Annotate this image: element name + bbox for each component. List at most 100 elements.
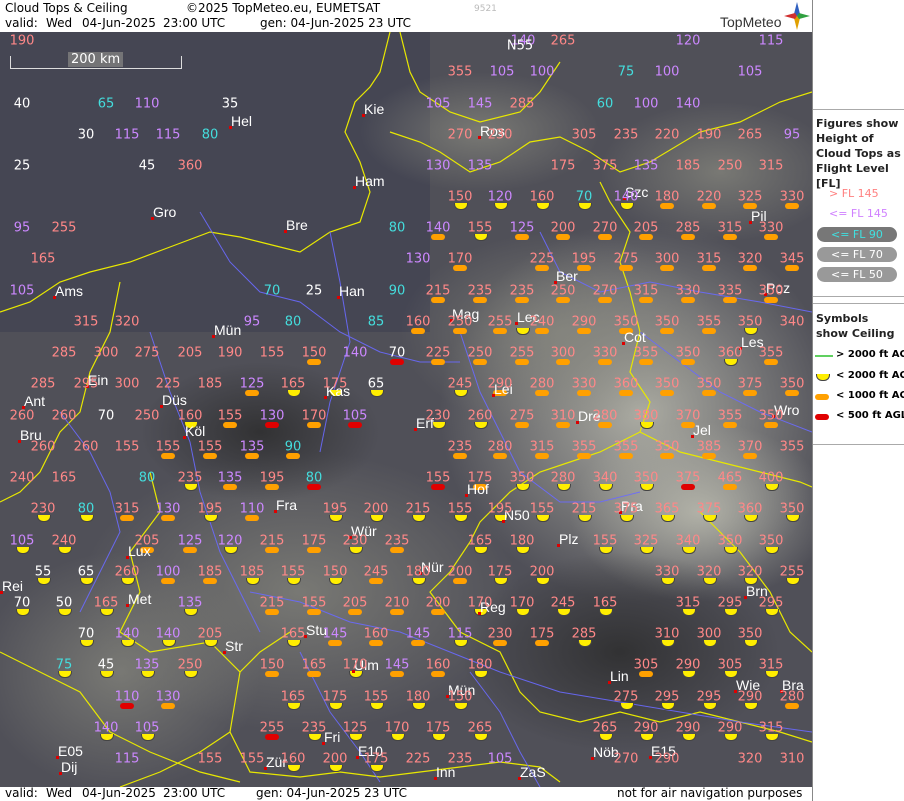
cloud-top-label: 320: [696, 564, 722, 580]
cloud-top-label: 255: [487, 314, 513, 330]
ceiling-below-1000-symbol: [815, 394, 829, 400]
city-label: Ant: [24, 393, 46, 409]
cloud-top-label: 280: [550, 470, 576, 486]
cloud-top-label: 360: [717, 345, 743, 361]
cloud-top-label: 195: [571, 251, 597, 267]
cloud-top-label: 70: [13, 595, 31, 611]
cloud-top-label: 135: [633, 158, 659, 174]
cloud-top-label: 180: [467, 657, 493, 673]
cloud-top-label: 350: [654, 314, 680, 330]
cloud-top-label: 260: [114, 564, 140, 580]
cloud-top-label: 275: [613, 251, 639, 267]
cloud-top-label: 350: [779, 376, 805, 392]
city-label: Düs: [162, 392, 187, 408]
cloud-top-label: 195: [487, 501, 513, 517]
ceiling-above-2000-symbol: [815, 355, 833, 357]
cloud-top-label: 150: [447, 189, 473, 205]
cloud-top-label: 315: [529, 439, 555, 455]
cloud-top-label: 110: [114, 689, 140, 705]
cloud-top-label: 320: [737, 564, 763, 580]
cloud-top-label: 70: [77, 626, 95, 642]
cloud-top-label: 155: [363, 689, 389, 705]
cloud-top-label: 155: [425, 470, 451, 486]
cloud-top-label: 150: [259, 657, 285, 673]
cloud-top-label: 285: [675, 220, 701, 236]
cloud-top-label: 175: [322, 376, 348, 392]
cloud-top-label: 160: [280, 751, 306, 767]
city-label: Ams: [55, 283, 83, 299]
cloud-top-label: 350: [758, 533, 784, 549]
cloud-top-label: 160: [529, 189, 555, 205]
cloud-top-label: N55: [506, 38, 534, 54]
cloud-top-label: 115: [447, 626, 473, 642]
cloud-top-label: 170: [384, 720, 410, 736]
cloud-top-label: 265: [737, 127, 763, 143]
cloud-top-label: 155: [259, 345, 285, 361]
city-label: Lin: [610, 668, 629, 684]
valid-label: valid:: [5, 16, 38, 30]
cloud-top-label: 205: [197, 626, 223, 642]
cloud-top-label: 200: [322, 751, 348, 767]
cloud-top-label: 100: [654, 64, 680, 80]
cloud-top-label: 250: [447, 314, 473, 330]
cloud-top-label: 275: [509, 408, 535, 424]
cloud-top-label: 125: [509, 220, 535, 236]
cloud-top-label: 155: [467, 220, 493, 236]
city-label: ZaS: [520, 764, 546, 780]
city-label: E05: [58, 743, 83, 759]
cloud-top-label: 310: [654, 626, 680, 642]
cloud-top-label: 250: [177, 657, 203, 673]
cloud-top-label: 150: [322, 564, 348, 580]
cloud-top-label: 370: [675, 408, 701, 424]
cloud-top-label: 250: [717, 158, 743, 174]
cloud-top-label: 170: [467, 595, 493, 611]
compass-logo-icon: [784, 2, 810, 30]
cloud-top-label: 95: [13, 220, 31, 236]
cloud-top-label: 270: [592, 220, 618, 236]
cloud-top-label: 140: [93, 720, 119, 736]
cloud-top-label: 120: [487, 189, 513, 205]
cloud-top-label: 155: [197, 439, 223, 455]
cloud-top-label: 295: [654, 689, 680, 705]
cloud-top-label: 165: [280, 626, 306, 642]
cloud-top-label: 80: [138, 470, 156, 486]
cloud-top-label: 340: [592, 470, 618, 486]
copyright: ©2025 TopMeteo.eu, EUMETSAT: [186, 1, 381, 15]
logo-text: TopMeteo: [720, 14, 782, 30]
cloud-top-label: 245: [447, 376, 473, 392]
cloud-top-label: 350: [613, 314, 639, 330]
cloud-top-label: 55: [34, 564, 52, 580]
cloud-top-label: 320: [114, 314, 140, 330]
ceiling-legend-item: > 2000 ft AGL: [836, 349, 904, 360]
city-label: Fra: [276, 497, 297, 513]
gen-time: gen: 04-Jun-2025 23 UTC: [260, 16, 412, 30]
cloud-top-label: 315: [114, 501, 140, 517]
cloud-top-label: 130: [425, 158, 451, 174]
cloud-top-label: 345: [779, 251, 805, 267]
cloud-top-label: 315: [73, 314, 99, 330]
cloud-top-label: 330: [675, 283, 701, 299]
fl-legend-item: <= FL 145: [829, 207, 888, 220]
cloud-top-label: 315: [696, 251, 722, 267]
city-label: Köl: [185, 423, 206, 439]
cloud-top-label: 65: [97, 96, 115, 112]
cloud-top-label: 120: [675, 33, 701, 49]
cloud-top-label: 165: [280, 689, 306, 705]
cloud-top-label: 290: [675, 657, 701, 673]
cloud-top-label: 185: [197, 564, 223, 580]
legend-panel: Figures show Height of Cloud Tops as Fli…: [812, 0, 904, 801]
footer-valid-date: 04-Jun-2025: [82, 786, 156, 800]
cloud-top-label: 465: [717, 470, 743, 486]
fl-legend: Figures show Height of Cloud Tops as Fli…: [813, 109, 904, 297]
cloud-top-label: 290: [654, 751, 680, 767]
cloud-top-label: 210: [384, 595, 410, 611]
cloud-top-label: 250: [550, 283, 576, 299]
cloud-top-label: 140: [342, 345, 368, 361]
cloud-top-label: 75: [617, 64, 635, 80]
cloud-top-label: 100: [633, 96, 659, 112]
city-label: Cot: [624, 329, 646, 345]
city-label: Rei: [2, 578, 24, 594]
city-label: Jel: [693, 422, 711, 438]
cloud-top-label: 170: [509, 595, 535, 611]
cloud-top-label: 155: [155, 439, 181, 455]
